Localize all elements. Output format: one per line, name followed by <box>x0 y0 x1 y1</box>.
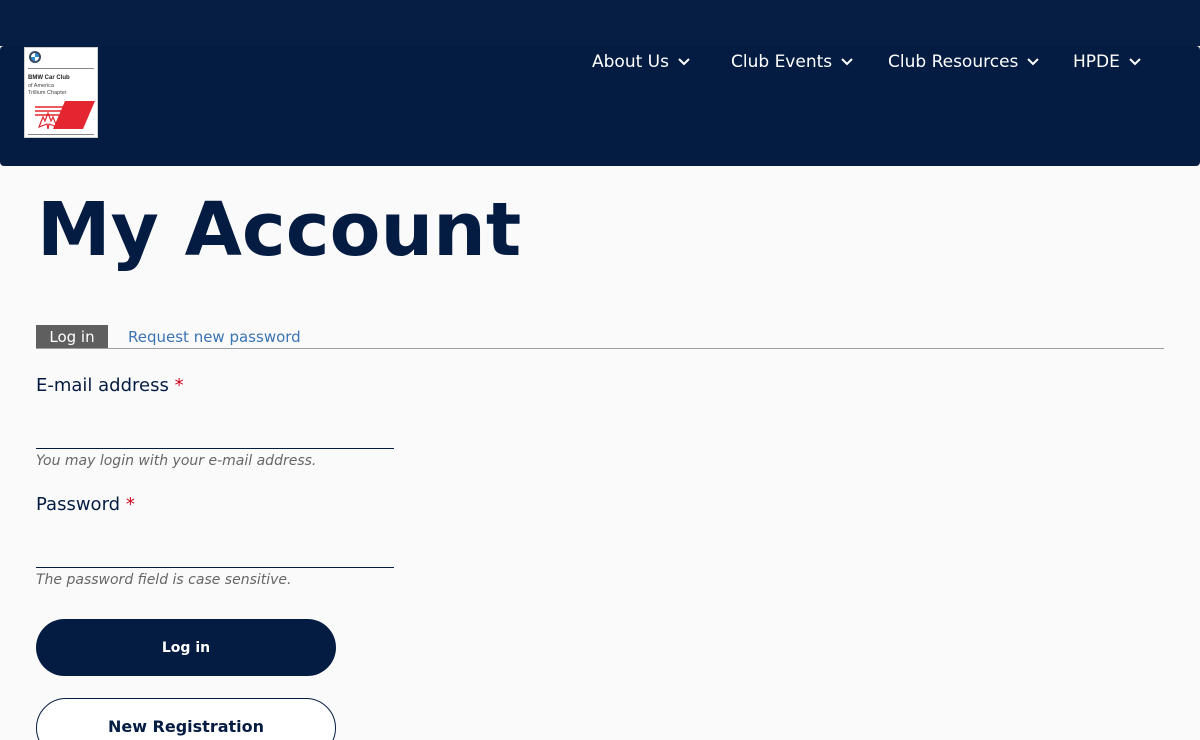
nav-item-about-us[interactable]: About Us <box>592 50 691 74</box>
top-strip <box>0 0 1200 46</box>
nav-item-label: Club Events <box>731 52 833 72</box>
nav-item-hpde[interactable]: HPDE <box>1073 50 1142 74</box>
email-label-text: E-mail address <box>36 375 169 396</box>
page-title: My Account <box>37 187 522 273</box>
nav-item-club-resources[interactable]: Club Resources <box>888 50 1040 74</box>
main-nav: About Us Club Events Club Resources HPDE <box>0 46 1200 76</box>
maple-leaf-flag-icon <box>35 101 95 129</box>
tab-request-new-password[interactable]: Request new password <box>128 326 301 348</box>
chevron-down-icon <box>1129 58 1141 66</box>
log-in-button[interactable]: Log in <box>36 619 336 676</box>
logo-text-line2: of America <box>28 83 54 89</box>
password-label-text: Password <box>36 494 121 515</box>
required-marker: * <box>174 375 184 396</box>
password-label: Password * <box>36 494 135 515</box>
logo-divider-bottom <box>28 134 94 135</box>
chevron-down-icon <box>1027 58 1040 66</box>
chevron-down-icon <box>841 58 853 66</box>
email-label: E-mail address * <box>36 375 184 396</box>
required-marker: * <box>125 494 135 515</box>
nav-item-club-events[interactable]: Club Events <box>731 50 854 74</box>
email-field[interactable] <box>36 419 394 449</box>
new-registration-button[interactable]: New Registration <box>36 698 336 740</box>
email-help-text: You may login with your e-mail address. <box>36 453 317 469</box>
nav-item-label: About Us <box>592 52 669 72</box>
nav-item-label: HPDE <box>1073 52 1120 72</box>
tab-log-in[interactable]: Log in <box>36 325 108 348</box>
password-help-text: The password field is case sensitive. <box>36 572 292 588</box>
password-field[interactable] <box>36 538 394 568</box>
nav-item-label: Club Resources <box>888 52 1019 72</box>
account-tabs: Log in Request new password <box>36 325 1164 349</box>
chevron-down-icon <box>678 58 690 66</box>
logo-text-line3: Trillium Chapter <box>28 90 67 96</box>
